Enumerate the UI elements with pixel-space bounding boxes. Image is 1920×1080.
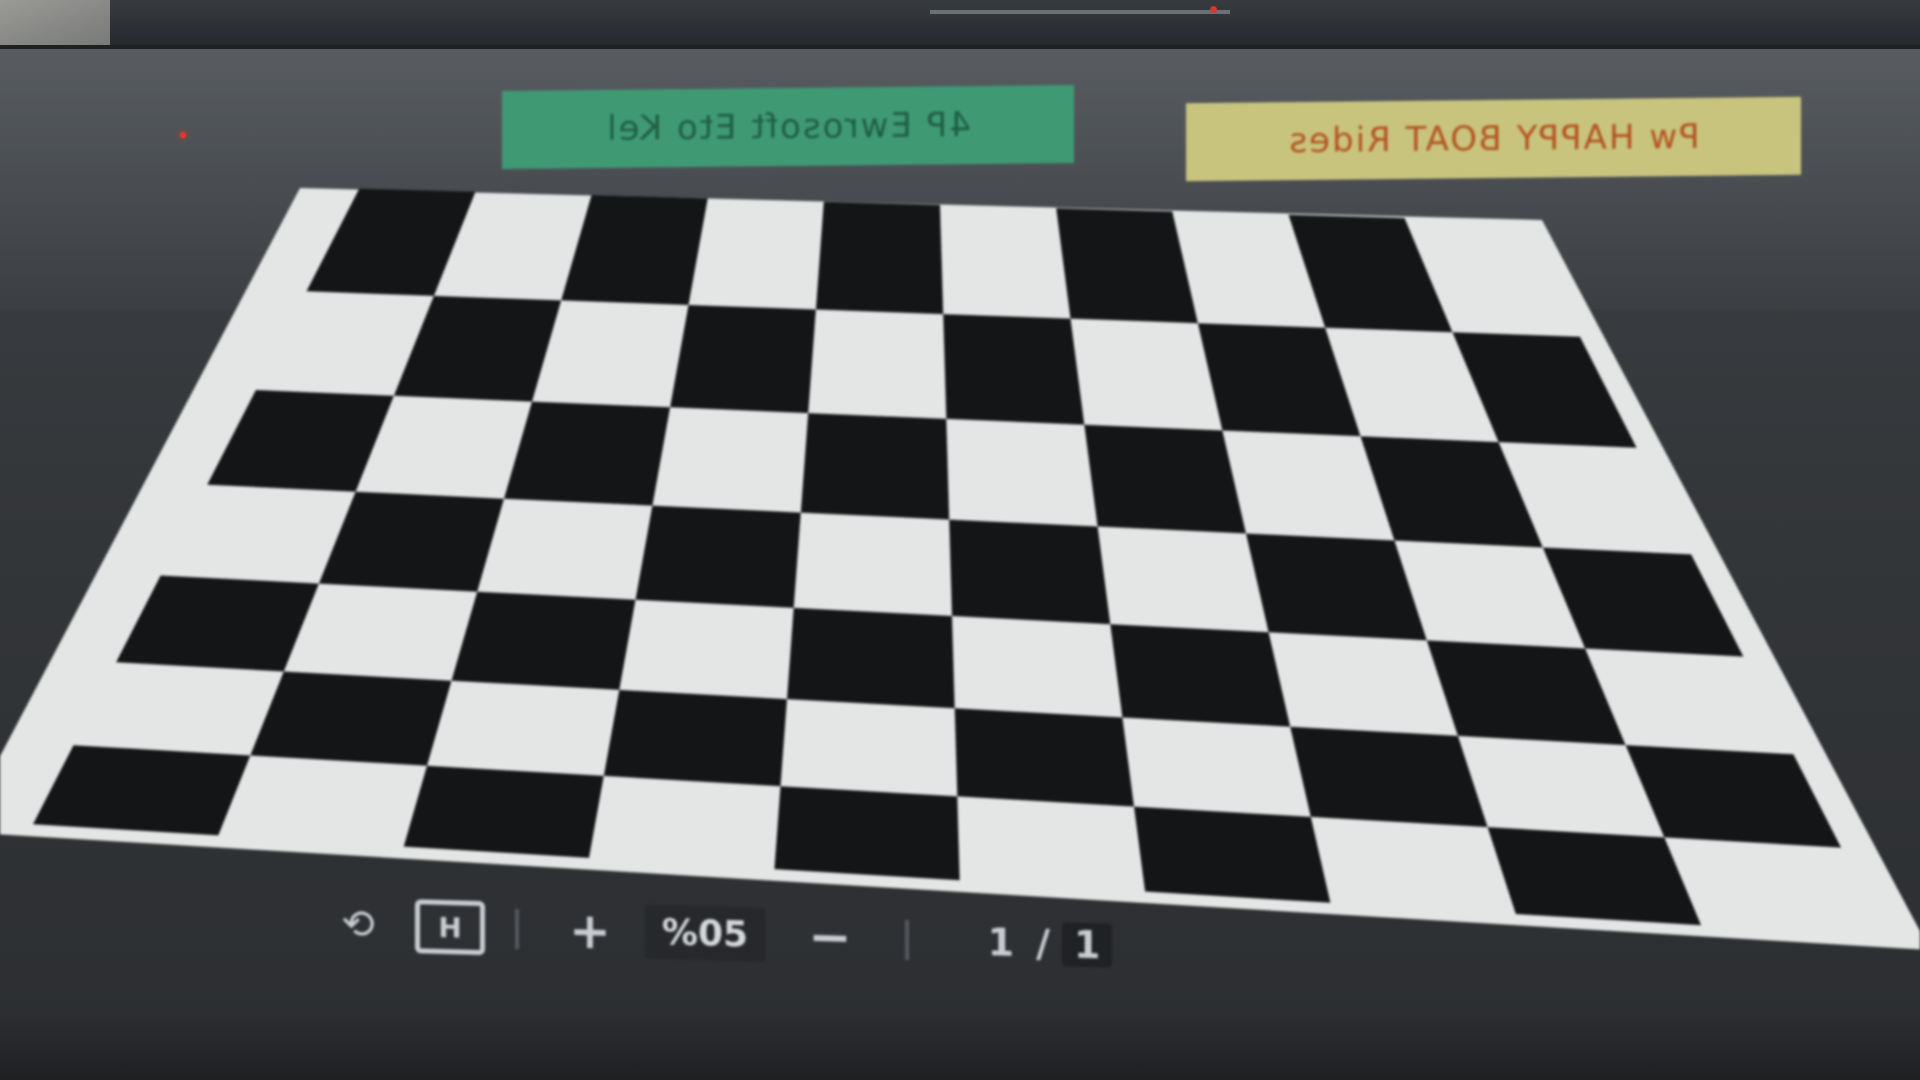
rotate-button[interactable]: ⟲ [328,896,388,954]
zoom-in-label: + [569,901,611,961]
chess-square-dark [403,765,604,858]
toolbar-divider [515,908,519,950]
bottom-shadow [0,1010,1920,1080]
zoom-value: %05 [661,911,749,956]
chess-square-dark [635,505,801,608]
chess-square-dark [800,413,950,520]
zoom-in-button[interactable]: + [560,901,620,961]
chess-square-dark [1290,726,1488,828]
chess-square-dark [1134,806,1331,903]
page-separator: / [1036,921,1050,966]
page-total-input[interactable]: 1 [1061,922,1113,968]
chess-square-dark [1084,424,1246,534]
zoom-out-label: − [808,907,852,969]
chess-square-dark [774,786,960,881]
chess-square-dark [451,591,636,690]
chess-square-dark [815,201,944,315]
chess-square-dark [250,671,452,766]
chess-square-dark [787,607,955,709]
page-indicator: 1 / 1 [970,914,1120,974]
zoom-level-input[interactable]: %05 [645,904,765,962]
rotate-icon: ⟲ [341,901,375,949]
chess-square-dark [954,708,1134,807]
chess-square-dark [670,305,816,414]
chess-square-dark [943,314,1085,425]
fit-to-screen-icon: H [415,899,485,956]
photo-scene: 4P Ewrosoft Eto Kel Pw HAPPY BOAT Rides … [0,0,1920,1080]
toolbar-divider [905,919,909,960]
chess-square-dark [603,689,787,787]
chess-square-dark [949,519,1111,625]
zoom-out-button[interactable]: − [800,907,860,969]
chess-square-dark [504,401,671,506]
fit-label: H [438,910,462,945]
fit-button[interactable]: H [415,898,485,956]
page-current: 1 [987,920,1015,965]
chess-square-dark [1110,624,1291,727]
